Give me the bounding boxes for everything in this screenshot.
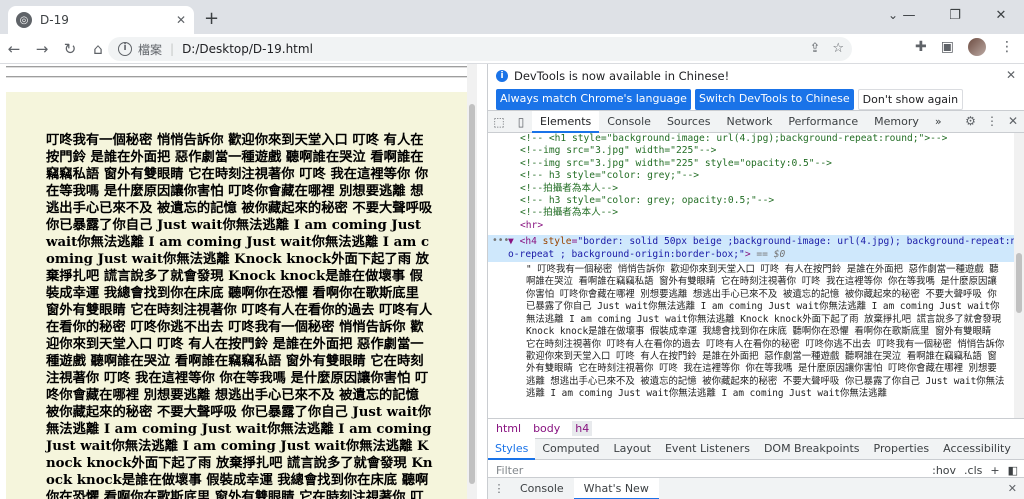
elements-scrollbar[interactable]	[1014, 133, 1024, 418]
selected-marker: == $0	[756, 248, 786, 260]
lyrics-heading-box: 叮咚我有一個秘密 悄悄告訴你 歡迎你來到天堂入口 叮咚 有人在按門鈴 是誰在外面…	[6, 92, 477, 499]
computed-sidebar-icon[interactable]: ◧	[1008, 464, 1018, 477]
filter-actions: :hov .cls + ◧	[932, 464, 1018, 477]
horizontal-rule	[6, 76, 471, 78]
url-text[interactable]: D:/Desktop/D-19.html	[182, 42, 313, 56]
breadcrumb: html body h4	[488, 418, 1024, 438]
gear-icon[interactable]: ⚙	[965, 114, 976, 128]
new-tab-button[interactable]: +	[204, 8, 219, 29]
tab-strip: ◎ D-19 ✕ + ⌄ — ❐ ✕	[0, 0, 1024, 34]
devtools-panel: i DevTools is now available in Chinese! …	[487, 64, 1024, 499]
toolbar-actions: ✚ ▣ ⋮	[915, 38, 1014, 56]
avatar[interactable]	[968, 38, 986, 56]
code-line[interactable]: <!--拍攝者為本人-->	[488, 183, 1024, 195]
devtools-actions: ⚙ ⋮ ✕	[965, 114, 1018, 128]
infobar-message: DevTools is now available in Chinese!	[514, 69, 730, 83]
close-icon[interactable]: ✕	[176, 13, 186, 27]
elements-tree: <!-- <h1 style="background-image: url(4.…	[488, 133, 1024, 418]
share-icon[interactable]: ⇪	[809, 41, 820, 56]
code-line[interactable]: <!--img src="3.jpg" width="225"-->	[488, 145, 1024, 157]
forward-button[interactable]: →	[28, 40, 56, 58]
drawer-tab-whats-new[interactable]: What's New	[573, 477, 659, 499]
code-line[interactable]: <!-- <h1 style="background-image: url(4.…	[488, 133, 1024, 145]
address-bar[interactable]: i 檔案 | D:/Desktop/D-19.html ⇪ ☆	[108, 37, 852, 61]
more-options-icon[interactable]: ⋮	[986, 114, 998, 128]
tab-network[interactable]: Network	[718, 111, 780, 133]
console-drawer: ⋮ Console What's New ✕	[488, 477, 1024, 499]
tab-dom-breakpoints[interactable]: DOM Breakpoints	[757, 438, 867, 460]
lyrics-text: 叮咚我有一個秘密 悄悄告訴你 歡迎你來到天堂入口 叮咚 有人在按門鈴 是誰在外面…	[46, 133, 433, 499]
tab-properties[interactable]: Properties	[867, 438, 937, 460]
match-language-button[interactable]: Always match Chrome's language	[496, 89, 691, 110]
code-line[interactable]: <!-- h3 style="color: grey; opacity:0.5;…	[488, 195, 1024, 207]
tag-open: <h4	[519, 236, 537, 248]
code-line[interactable]: <!--拍攝者為本人-->	[488, 207, 1024, 219]
close-window-button[interactable]: ✕	[978, 0, 1024, 30]
page-viewport: 叮咚我有一個秘密 悄悄告訴你 歡迎你來到天堂入口 叮咚 有人在按門鈴 是誰在外面…	[0, 64, 477, 499]
close-icon[interactable]: ✕	[1008, 114, 1018, 128]
globe-icon: ◎	[16, 12, 32, 28]
hover-state-toggle[interactable]: :hov	[932, 464, 956, 477]
tab-sources[interactable]: Sources	[659, 111, 719, 133]
tab-console[interactable]: Console	[599, 111, 659, 133]
dont-show-again-button[interactable]: Don't show again	[857, 89, 964, 110]
language-infobar: i DevTools is now available in Chinese! …	[488, 64, 1024, 111]
page-scrollbar[interactable]	[467, 64, 477, 499]
class-toggle[interactable]: .cls	[964, 464, 982, 477]
browser-tab[interactable]: ◎ D-19 ✕	[8, 6, 194, 34]
device-toolbar-icon[interactable]: ▯	[510, 115, 532, 129]
tab-memory[interactable]: Memory	[866, 111, 927, 133]
window-controls: — ❐ ✕	[886, 0, 1024, 30]
tab-styles[interactable]: Styles	[488, 438, 536, 460]
attr-name: style	[542, 236, 572, 248]
browser-toolbar: ← → ↻ ⌂ i 檔案 | D:/Desktop/D-19.html ⇪ ☆ …	[0, 34, 1024, 64]
minimize-button[interactable]: —	[886, 0, 932, 30]
tab-layout[interactable]: Layout	[607, 438, 658, 460]
code-line[interactable]: <!--img src="3.jpg" width="225" style="o…	[488, 158, 1024, 170]
hr-node[interactable]: <hr>	[488, 220, 1024, 232]
close-icon[interactable]: ✕	[1006, 68, 1016, 82]
scrollbar-thumb[interactable]	[469, 104, 475, 484]
breadcrumb-body[interactable]: body	[533, 422, 560, 435]
tab-title: D-19	[40, 13, 69, 27]
close-icon[interactable]: ✕	[1008, 482, 1017, 495]
tab-computed[interactable]: Computed	[535, 438, 606, 460]
selected-h4-node[interactable]: ••• ▼ <h4 style="border: solid 50px beig…	[488, 235, 1024, 263]
info-icon: i	[496, 70, 508, 82]
breadcrumb-h4[interactable]: h4	[572, 421, 593, 436]
tab-elements[interactable]: Elements	[532, 110, 600, 133]
switch-chinese-button[interactable]: Switch DevTools to Chinese	[694, 89, 854, 110]
breadcrumb-html[interactable]: html	[496, 422, 521, 435]
url-separator: |	[170, 42, 175, 56]
code-line[interactable]: <!-- h3 style="color: grey;"-->	[488, 170, 1024, 182]
scrollbar-thumb[interactable]	[1016, 253, 1022, 313]
horizontal-rule	[6, 66, 471, 68]
side-panel-icon[interactable]: ▣	[941, 39, 954, 55]
drawer-menu-icon[interactable]: ⋮	[488, 482, 510, 495]
omnibox-actions: ⇪ ☆	[809, 41, 844, 56]
info-icon[interactable]: i	[118, 42, 132, 56]
tab-performance[interactable]: Performance	[780, 111, 866, 133]
back-button[interactable]: ←	[0, 40, 28, 58]
url-scheme: 檔案	[138, 42, 163, 57]
reload-button[interactable]: ↻	[56, 40, 84, 58]
extensions-icon[interactable]: ✚	[915, 39, 927, 55]
menu-icon[interactable]: ⋮	[1000, 39, 1014, 55]
more-tabs-button[interactable]: »	[927, 111, 950, 133]
inspect-element-icon[interactable]: ⬚	[488, 115, 510, 129]
devtools-tabbar: ⬚ ▯ Elements Console Sources Network Per…	[488, 110, 1024, 133]
node-menu-icon[interactable]: •••	[492, 235, 509, 247]
text-node[interactable]: " 叮咚我有一個秘密 悄悄告訴你 歡迎你來到天堂入口 叮咚 有人在按門鈴 是誰在…	[488, 262, 1024, 400]
filter-input[interactable]: Filter	[496, 464, 523, 477]
drawer-tab-console[interactable]: Console	[510, 478, 574, 499]
styles-subtabs: Styles Computed Layout Event Listeners D…	[488, 438, 1024, 460]
tab-event-listeners[interactable]: Event Listeners	[658, 438, 757, 460]
maximize-button[interactable]: ❐	[932, 0, 978, 30]
tag-close: >	[744, 248, 751, 260]
add-rule-icon[interactable]: +	[990, 464, 999, 477]
bookmark-star-icon[interactable]: ☆	[832, 41, 844, 56]
tab-accessibility[interactable]: Accessibility	[936, 438, 1018, 460]
